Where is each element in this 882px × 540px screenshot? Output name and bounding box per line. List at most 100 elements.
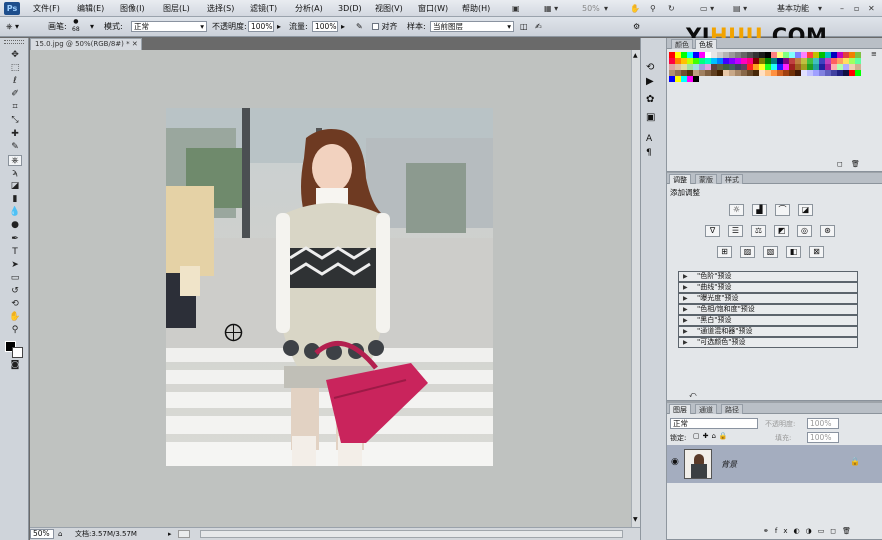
- lasso-tool-icon[interactable]: ℓ: [8, 76, 22, 87]
- gradient-tool-icon[interactable]: ▮: [8, 194, 22, 205]
- preset-curves[interactable]: ▶ "曲线"预设: [678, 282, 858, 293]
- preset-black-white[interactable]: ▶ "黑白"预设: [678, 315, 858, 326]
- status-zoom-icon[interactable]: ⌂: [58, 528, 62, 540]
- color-swatch[interactable]: [693, 76, 699, 82]
- new-swatch-icon[interactable]: ◻: [837, 160, 843, 168]
- minimize-icon[interactable]: –: [840, 1, 844, 16]
- tab-channels[interactable]: 通道: [695, 404, 717, 414]
- menu-help[interactable]: 帮助(H): [462, 3, 490, 15]
- crop-tool-icon[interactable]: ⌗: [8, 102, 22, 113]
- quick-mask-icon[interactable]: ◙: [8, 360, 22, 371]
- tablet-pressure-icon[interactable]: ✍: [535, 21, 542, 33]
- swatch-grid[interactable]: [669, 52, 867, 92]
- pen-tool-icon[interactable]: ✒: [8, 234, 22, 245]
- horizontal-scrollbar[interactable]: [200, 530, 623, 538]
- character-panel-icon[interactable]: A: [646, 134, 652, 144]
- path-selection-tool-icon[interactable]: ➤: [8, 260, 22, 271]
- tab-masks[interactable]: 蒙版: [695, 174, 717, 184]
- type-tool-icon[interactable]: T: [8, 247, 22, 258]
- brush-tool-icon[interactable]: ✎: [8, 142, 22, 153]
- bridge-icon[interactable]: ▣: [512, 1, 520, 16]
- eraser-tool-icon[interactable]: ◪: [8, 181, 22, 192]
- mode-select[interactable]: 正常 ▾: [131, 21, 207, 32]
- color-balance-icon[interactable]: ⚖: [751, 225, 766, 237]
- healing-brush-tool-icon[interactable]: ✚: [8, 129, 22, 140]
- tab-color[interactable]: 颜色: [671, 39, 693, 49]
- sample-select[interactable]: 当前图层 ▾: [430, 21, 514, 32]
- zoom-dropdown-icon[interactable]: ▾: [604, 1, 608, 16]
- brightness-contrast-icon[interactable]: ☼: [729, 204, 744, 216]
- shape-tool-icon[interactable]: ▭: [8, 273, 22, 284]
- airbrush-icon[interactable]: ✎: [356, 21, 363, 33]
- opacity-field[interactable]: 100%: [248, 21, 274, 32]
- menu-layer[interactable]: 图层(L): [163, 3, 190, 15]
- menu-select[interactable]: 选择(S): [207, 3, 234, 15]
- blend-mode-select[interactable]: 正常: [670, 418, 758, 429]
- menu-edit[interactable]: 编辑(E): [77, 3, 104, 15]
- zoom-tool-icon-2[interactable]: ⚲: [8, 325, 22, 336]
- hand-tool-icon[interactable]: ✋: [8, 312, 22, 323]
- tab-close-icon[interactable]: ✕: [132, 40, 138, 48]
- menu-window[interactable]: 窗口(W): [418, 3, 448, 15]
- quick-select-tool-icon[interactable]: ✐: [8, 89, 22, 100]
- adjustments-footer-icon[interactable]: ⤺: [689, 391, 696, 400]
- clone-source-icon[interactable]: ⚙: [633, 21, 640, 33]
- hue-saturation-icon[interactable]: ☰: [728, 225, 743, 237]
- status-menu-icon[interactable]: ▸: [168, 528, 172, 540]
- selective-color-icon[interactable]: ⊠: [809, 246, 824, 258]
- menu-image[interactable]: 图像(I): [120, 3, 145, 15]
- clone-stamp-preset-icon[interactable]: ⎈ ▾: [6, 21, 19, 33]
- visibility-eye-icon[interactable]: ◉: [671, 457, 679, 467]
- swatches-menu-icon[interactable]: ≡: [871, 50, 877, 58]
- brush-preview[interactable]: ● 68: [72, 18, 80, 33]
- preset-exposure[interactable]: ▶ "曝光度"预设: [678, 293, 858, 304]
- menu-view[interactable]: 视图(V): [375, 3, 403, 15]
- history-panel-icon[interactable]: ⟲: [646, 62, 654, 73]
- canvas-photo[interactable]: [166, 108, 493, 466]
- menu-filter[interactable]: 滤镜(T): [250, 3, 277, 15]
- move-tool-icon[interactable]: ✥: [8, 50, 22, 61]
- history-brush-tool-icon[interactable]: ϡ: [8, 168, 22, 179]
- preset-levels[interactable]: ▶ "色阶"预设: [678, 271, 858, 282]
- menu-analysis[interactable]: 分析(A): [295, 3, 323, 15]
- blur-tool-icon[interactable]: 💧: [8, 207, 22, 218]
- fill-field[interactable]: 100%: [807, 432, 839, 443]
- ignore-adjustment-icon[interactable]: ◫: [520, 21, 528, 33]
- photo-filter-icon[interactable]: ◎: [797, 225, 812, 237]
- layer-row-background[interactable]: ◉ 背景 🔒: [667, 445, 882, 483]
- curves-icon[interactable]: ⌒: [775, 204, 790, 216]
- close-icon[interactable]: ✕: [868, 1, 875, 16]
- paragraph-panel-icon[interactable]: ¶: [646, 148, 652, 158]
- tab-adjustments[interactable]: 调整: [669, 174, 691, 184]
- layer-opacity-field[interactable]: 100%: [807, 418, 839, 429]
- posterize-icon[interactable]: ▨: [740, 246, 755, 258]
- menu-3d[interactable]: 3D(D): [338, 3, 362, 15]
- workspace-dropdown-icon[interactable]: ▾: [818, 1, 822, 16]
- tab-layers[interactable]: 图层: [669, 404, 691, 414]
- actions-panel-icon[interactable]: ▶: [646, 76, 654, 87]
- flow-slider-icon[interactable]: ▸: [341, 21, 345, 33]
- 3d-rotate-tool-icon[interactable]: ↺: [8, 286, 22, 297]
- tab-paths[interactable]: 路径: [721, 404, 743, 414]
- delete-swatch-icon[interactable]: 🗑: [851, 160, 860, 168]
- preset-hue-saturation[interactable]: ▶ "色相/饱和度"预设: [678, 304, 858, 315]
- restore-icon[interactable]: ▫: [854, 1, 859, 16]
- background-color-swatch[interactable]: [12, 347, 23, 358]
- toolbox-grip[interactable]: [4, 40, 24, 44]
- workspace-switcher[interactable]: 基本功能: [777, 1, 809, 16]
- threshold-icon[interactable]: ▧: [763, 246, 778, 258]
- zoom-level[interactable]: 50%: [582, 1, 600, 16]
- flow-field[interactable]: 100%: [312, 21, 338, 32]
- preset-channel-mixer[interactable]: ▶ "通道混和器"预设: [678, 326, 858, 337]
- extras-icon[interactable]: ▤ ▾: [733, 1, 747, 16]
- clone-source-panel-icon[interactable]: ▣: [646, 112, 655, 123]
- brush-dropdown-icon[interactable]: ▾: [90, 21, 94, 33]
- zoom-tool-icon[interactable]: ⚲: [650, 1, 656, 16]
- opacity-slider-icon[interactable]: ▸: [277, 21, 281, 33]
- status-zoom-field[interactable]: 50%: [30, 529, 54, 539]
- preset-selective-color[interactable]: ▶ "可选颜色"预设: [678, 337, 858, 348]
- hscroll-left-button[interactable]: [178, 530, 190, 538]
- menu-file[interactable]: 文件(F): [33, 3, 60, 15]
- arrange-icon[interactable]: ▦ ▾: [544, 1, 558, 16]
- rotate-view-icon[interactable]: ↻: [668, 1, 675, 16]
